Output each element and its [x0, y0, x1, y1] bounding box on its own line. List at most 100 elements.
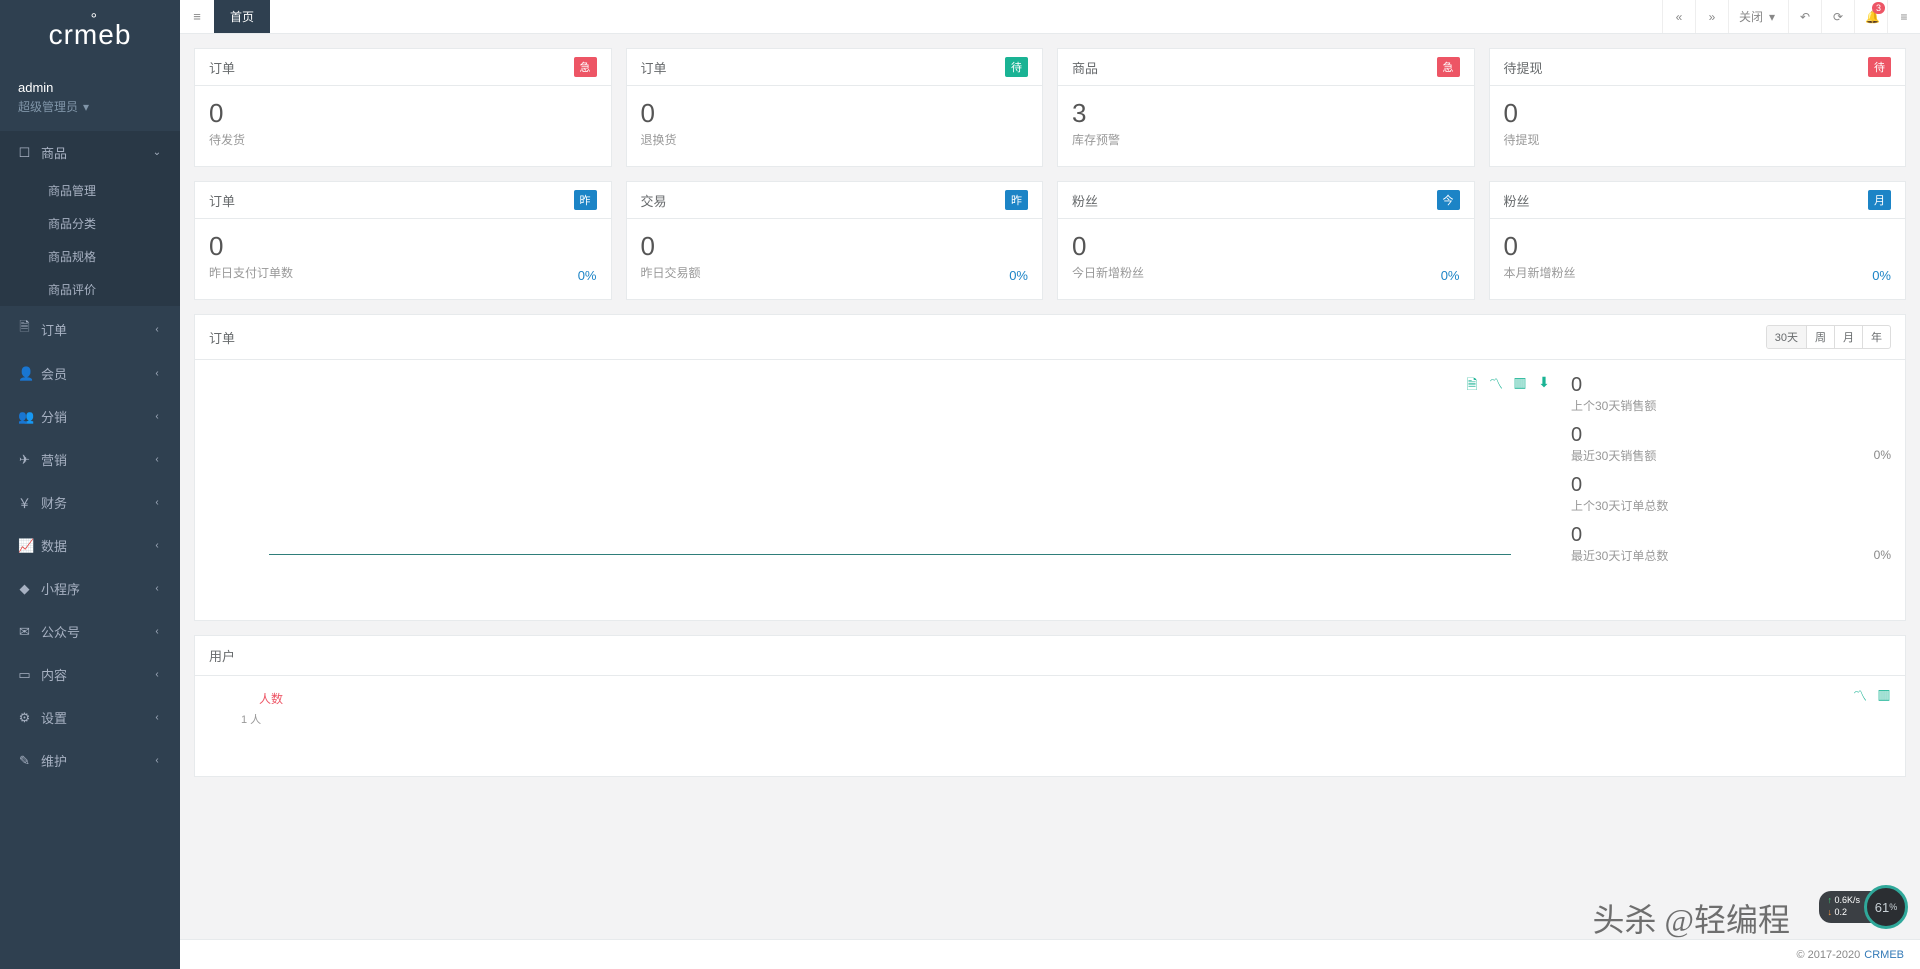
nav-label: 订单 — [41, 320, 152, 339]
user-block[interactable]: admin 超级管理员 ▾ — [0, 70, 180, 131]
speed-pct: 61 — [1875, 900, 1889, 915]
nav-item-users[interactable]: 👥分销‹ — [0, 395, 180, 438]
nav-label: 设置 — [41, 708, 152, 727]
refresh-icon: ⟳ — [1832, 10, 1844, 24]
submenu-item[interactable]: 商品管理 — [0, 174, 180, 207]
chart-line-icon[interactable]: 〽 — [1489, 374, 1503, 398]
laptop-icon: ☐ — [18, 145, 31, 161]
nav-label: 分销 — [41, 407, 152, 426]
chart-line-plot — [269, 554, 1511, 555]
nav-item-gear[interactable]: ⚙设置‹ — [0, 696, 180, 739]
order-side-stat: 0上个30天订单总数 — [1571, 474, 1891, 514]
nav-label: 会员 — [41, 364, 152, 383]
nav-last-button[interactable]: » — [1695, 0, 1728, 33]
stat-value: 0 — [1504, 231, 1892, 262]
ostat-value: 0 — [1571, 374, 1891, 397]
tab-home[interactable]: 首页 — [214, 0, 270, 33]
order-side-stat: 0上个30天销售额 — [1571, 374, 1891, 414]
nav-item-laptop[interactable]: ☐商品⌄ — [0, 131, 180, 174]
submenu-item[interactable]: 商品规格 — [0, 240, 180, 273]
nav-item-user[interactable]: 👤会员‹ — [0, 352, 180, 395]
close-menu-button[interactable]: 关闭 ▾ — [1728, 0, 1788, 33]
stat-value: 3 — [1072, 98, 1460, 129]
ostat-value: 0 — [1571, 474, 1891, 497]
user-role-label: 超级管理员 — [18, 98, 78, 115]
stat-pct: 0% — [1441, 268, 1460, 283]
file-icon: 🗎 — [18, 318, 31, 340]
nav-item-send[interactable]: ✈营销‹ — [0, 438, 180, 481]
stat-badge: 急 — [574, 57, 597, 77]
nav-label: 公众号 — [41, 622, 152, 641]
chevron-left-icon: ‹ — [152, 368, 162, 379]
stat-card[interactable]: 粉丝今0今日新增粉丝0% — [1057, 181, 1475, 300]
notifications-button[interactable]: 🔔 3 — [1854, 0, 1887, 33]
nav-label: 财务 — [41, 493, 152, 512]
chevron-left-icon: ‹ — [152, 324, 162, 335]
stat-pct: 0% — [1009, 268, 1028, 283]
ostat-pct: 0% — [1874, 448, 1891, 462]
user-chart-bar-icon[interactable]: ▥ — [1877, 686, 1891, 706]
stat-title: 交易 — [641, 191, 667, 210]
stat-card[interactable]: 订单待0退换货 — [626, 48, 1044, 167]
footer: © 2017-2020 CRMEB — [180, 939, 1920, 969]
stat-title: 粉丝 — [1504, 191, 1530, 210]
chart-data-icon[interactable]: 🗎 — [1465, 374, 1479, 398]
stat-card[interactable]: 订单昨0昨日支付订单数0% — [194, 181, 612, 300]
chart-download-icon[interactable]: ⬇ — [1537, 374, 1551, 398]
wechat-icon: ✉ — [18, 624, 31, 640]
stat-pct: 0% — [1872, 268, 1891, 283]
stat-label: 今日新增粉丝 — [1072, 264, 1460, 281]
stat-card[interactable]: 粉丝月0本月新增粉丝0% — [1489, 181, 1907, 300]
stat-card[interactable]: 待提现待0待提现 — [1489, 48, 1907, 167]
stat-value: 0 — [209, 98, 597, 129]
topbar: ≡ 首页 « » 关闭 ▾ ↶ ⟳ 🔔 3 ≡ — [180, 0, 1920, 34]
footer-link[interactable]: CRMEB — [1864, 949, 1904, 961]
chevron-down-icon: ⌄ — [152, 147, 162, 158]
user-chart-line-icon[interactable]: 〽 — [1853, 686, 1867, 706]
submenu-item[interactable]: 商品评价 — [0, 273, 180, 306]
nav-item-wechat[interactable]: ✉ 公众号‹ — [0, 610, 180, 653]
nav-item-chart[interactable]: 📈数据‹ — [0, 524, 180, 567]
order-panel: 订单 30天周月年 🗎 〽 ▥ ⬇ 0上个30天销售额0最近30天销售额0%0上… — [194, 314, 1906, 621]
stat-title: 商品 — [1072, 58, 1098, 77]
time-tab[interactable]: 周 — [1806, 326, 1834, 348]
menu-toggle-button[interactable]: ≡ — [180, 0, 214, 33]
nav-label: 营销 — [41, 450, 152, 469]
stat-card[interactable]: 交易昨0昨日交易额0% — [626, 181, 1044, 300]
nav-item-book[interactable]: ▭内容‹ — [0, 653, 180, 696]
stat-badge: 昨 — [1005, 190, 1028, 210]
submenu-item[interactable]: 商品分类 — [0, 207, 180, 240]
undo-button[interactable]: ↶ — [1788, 0, 1821, 33]
nav-item-wrench[interactable]: ✎维护‹ — [0, 739, 180, 782]
stat-card[interactable]: 商品急3库存预警 — [1057, 48, 1475, 167]
time-tab[interactable]: 年 — [1862, 326, 1890, 348]
nav-menu: ☐商品⌄商品管理商品分类商品规格商品评价🗎订单‹👤会员‹👥分销‹✈营销‹￥财务‹… — [0, 131, 180, 782]
users-icon: 👥 — [18, 409, 31, 425]
stat-row-1: 订单急0待发货订单待0退换货商品急3库存预警待提现待0待提现 — [194, 48, 1906, 167]
chevron-left-icon: ‹ — [152, 497, 162, 508]
chart-bar-icon[interactable]: ▥ — [1513, 374, 1527, 398]
more-button[interactable]: ≡ — [1887, 0, 1920, 33]
ostat-value: 0 — [1571, 524, 1891, 547]
speed-widget: ↑ 0.6K/s ↓ 0.2 61% — [1819, 885, 1908, 929]
stat-card[interactable]: 订单急0待发货 — [194, 48, 612, 167]
user-role[interactable]: 超级管理员 ▾ — [18, 98, 162, 115]
order-side-stat: 0最近30天销售额0% — [1571, 424, 1891, 464]
brand-text: crmeb — [49, 19, 132, 51]
nav-item-money[interactable]: ￥财务‹ — [0, 481, 180, 524]
chevron-left-icon: ‹ — [152, 540, 162, 551]
chevron-left-icon: ‹ — [152, 454, 162, 465]
nav-item-miniapp[interactable]: ◆小程序‹ — [0, 567, 180, 610]
time-tab[interactable]: 30天 — [1767, 326, 1806, 348]
chevron-left-icon: ‹ — [152, 626, 162, 637]
ostat-value: 0 — [1571, 424, 1891, 447]
submenu: 商品管理商品分类商品规格商品评价 — [0, 174, 180, 306]
nav-first-button[interactable]: « — [1662, 0, 1695, 33]
time-tab[interactable]: 月 — [1834, 326, 1862, 348]
nav-item-file[interactable]: 🗎 订单‹ — [0, 306, 180, 352]
refresh-button[interactable]: ⟳ — [1821, 0, 1854, 33]
order-chart: 🗎 〽 ▥ ⬇ — [209, 374, 1551, 606]
stat-label: 待提现 — [1504, 131, 1892, 148]
speed-ring[interactable]: 61% — [1864, 885, 1908, 929]
stat-value: 0 — [641, 98, 1029, 129]
